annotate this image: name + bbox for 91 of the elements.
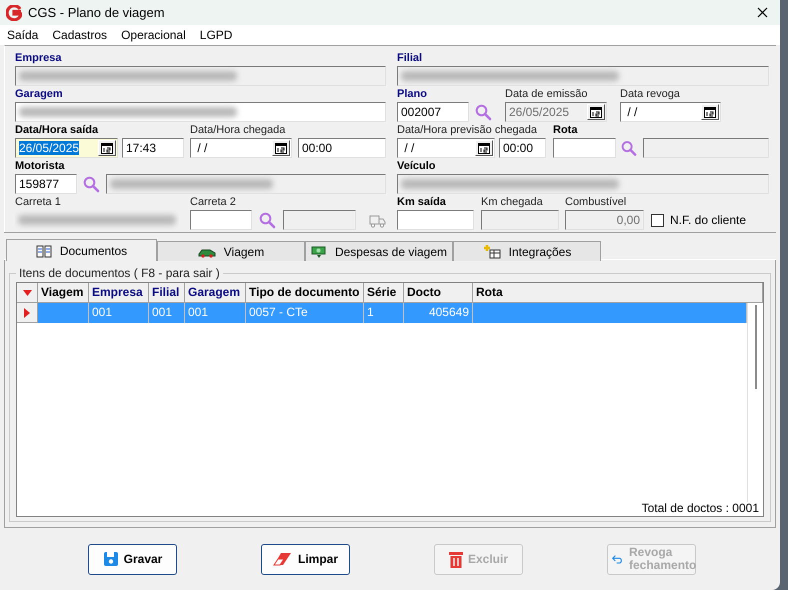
field-label: Combustível (565, 195, 626, 210)
nf-checkbox[interactable]: N.F. do cliente (651, 213, 746, 227)
column-header[interactable]: Tipo de documento (246, 283, 364, 303)
tab[interactable]: Viagem (157, 241, 305, 261)
group-title: Itens de documentos ( F8 - para sair ) (18, 266, 221, 280)
total-count: Total de doctos : 0001 (642, 501, 759, 515)
field-label: Data revoga (620, 87, 680, 102)
search-icon (475, 104, 492, 120)
column-header[interactable]: Docto (404, 283, 473, 303)
column-header[interactable]: Viagem (38, 283, 89, 303)
triangle-right-icon (24, 308, 30, 318)
tab[interactable]: Despesas de viagem (305, 241, 453, 261)
menu-item[interactable]: Operacional (121, 28, 186, 42)
action-button[interactable]: Limpar (261, 544, 350, 574)
column-header[interactable]: Série (364, 283, 404, 303)
search-button[interactable] (83, 176, 101, 192)
field-label: Carreta 2 (190, 195, 236, 210)
calendar-icon (275, 142, 287, 154)
search-button[interactable] (259, 212, 276, 228)
tab[interactable]: Integrações (453, 241, 601, 261)
field-label: Motorista (15, 159, 64, 174)
table-cell: 1 (364, 303, 404, 323)
field-label: Veículo (397, 159, 436, 174)
field-label: Data/Hora previsão chegada (397, 123, 538, 138)
search-button[interactable] (621, 140, 637, 156)
window-title: CGS - Plano de viagem (28, 5, 166, 20)
column-header[interactable]: Garagem (185, 283, 246, 303)
field-label: Data/Hora saída (15, 123, 98, 138)
search-button[interactable] (475, 104, 493, 120)
date-field[interactable]: / / (397, 138, 495, 158)
table-cell: 0057 - CTe (246, 303, 364, 323)
checkbox[interactable] (651, 214, 664, 226)
add-table-icon (482, 244, 501, 259)
search-icon (83, 176, 100, 192)
column-header[interactable]: Empresa (89, 283, 149, 303)
save-icon (102, 551, 119, 567)
input-field[interactable] (397, 210, 474, 230)
calendar-button[interactable] (701, 104, 719, 120)
selected-text: 26/05/2025 (19, 141, 80, 155)
calendar-button[interactable] (475, 140, 493, 156)
book-icon (36, 244, 52, 258)
search-icon (621, 140, 637, 156)
table-cell: 001 (89, 303, 149, 323)
input-field[interactable]: 159877 (15, 174, 77, 194)
truck-button[interactable] (369, 212, 386, 228)
column-header[interactable]: Filial (149, 283, 185, 303)
calendar-button[interactable] (272, 140, 290, 156)
calendar-icon (478, 142, 490, 154)
input-field[interactable] (553, 138, 616, 158)
eraser-icon (272, 551, 293, 567)
date-field[interactable]: 26/05/2025 (15, 138, 118, 158)
date-field[interactable]: / / (190, 138, 292, 158)
calendar-button[interactable] (98, 140, 116, 156)
app-logo-icon (6, 4, 22, 20)
menu-item[interactable]: LGPD (200, 28, 232, 42)
action-button[interactable]: Gravar (88, 544, 177, 574)
menu-item[interactable]: Saída (7, 28, 38, 42)
date-field[interactable]: / / (620, 102, 721, 122)
input-field[interactable] (15, 102, 386, 122)
table-cell: 001 (149, 303, 185, 323)
search-icon (259, 212, 276, 228)
input-field[interactable]: 17:43 (122, 138, 184, 158)
truck-icon (369, 212, 386, 228)
close-icon (756, 7, 768, 18)
field-label: Data de emissão (505, 87, 588, 102)
field-label: Km saída (397, 195, 446, 210)
field-label: Filial (397, 51, 422, 66)
field-label: Garagem (15, 87, 63, 102)
field-label: Empresa (15, 51, 62, 66)
field-label: Plano (397, 87, 427, 102)
table-cell: 001 (185, 303, 246, 323)
table-cell: 405649 (404, 303, 473, 323)
column-header[interactable]: Rota (473, 283, 763, 303)
checkbox-label: N.F. do cliente (670, 213, 746, 227)
table-cell (38, 303, 89, 323)
input-field[interactable]: 002007 (397, 102, 469, 122)
input-field[interactable] (190, 210, 252, 230)
field-label: Data/Hora chegada (190, 123, 286, 138)
field-label: Carreta 1 (15, 195, 61, 210)
calendar-icon (590, 106, 602, 118)
input-field[interactable]: 00:00 (499, 138, 546, 158)
calendar-icon (704, 106, 716, 118)
input-field[interactable]: 00:00 (298, 138, 386, 158)
field-label: Rota (553, 123, 578, 138)
trash-icon (448, 550, 463, 568)
tab[interactable]: Documentos (6, 239, 157, 261)
triangle-down-icon (22, 290, 32, 296)
money-icon (310, 244, 327, 258)
field-label: Km chegada (481, 195, 543, 210)
menu-item[interactable]: Cadastros (52, 28, 108, 42)
calendar-icon (101, 142, 113, 154)
